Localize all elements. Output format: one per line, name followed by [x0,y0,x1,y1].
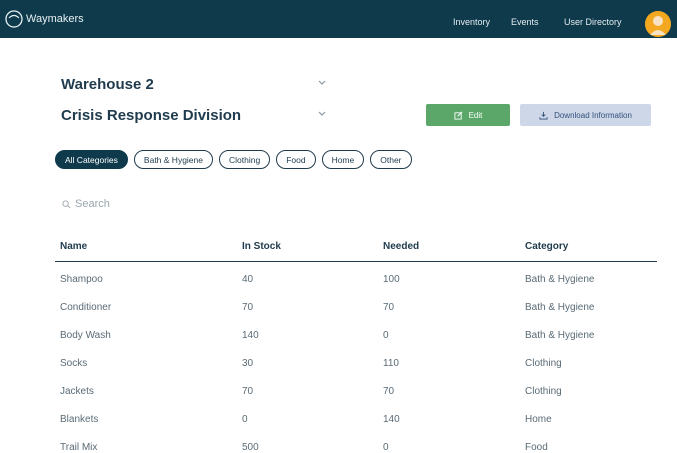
item-name: Body Wash [60,329,111,341]
table-row[interactable]: Shampoo 40 100 Bath & Hygiene [55,265,657,293]
chip-all-categories[interactable]: All Categories [55,150,128,169]
item-category: Clothing [525,357,562,369]
item-category: Bath & Hygiene [525,273,595,285]
download-icon [539,111,548,120]
nav-inventory[interactable]: Inventory [453,17,490,27]
download-button-label: Download Information [554,110,632,120]
category-filter-chips: All Categories Bath & Hygiene Clothing F… [55,150,412,169]
warehouse-select[interactable]: Warehouse 2 [55,70,335,98]
item-in-stock: 0 [242,413,248,425]
brand-name: Waymakers [26,13,84,25]
item-needed: 110 [383,357,399,369]
search-input[interactable]: Search [55,193,641,215]
edit-button[interactable]: Edit [426,104,510,126]
download-information-button[interactable]: Download Information [520,104,651,126]
item-needed: 140 [383,413,400,425]
item-name: Trail Mix [60,441,98,453]
user-avatar-icon [645,11,671,37]
item-needed: 70 [383,301,395,313]
item-needed: 0 [383,329,389,341]
brand[interactable]: Waymakers [4,9,84,29]
item-category: Food [525,441,548,453]
item-in-stock: 70 [242,301,254,313]
table-row[interactable]: Body Wash 140 0 Bath & Hygiene [55,321,657,349]
division-select[interactable]: Crisis Response Division [55,101,335,129]
item-in-stock: 40 [242,273,254,285]
waymakers-logo-icon [5,10,23,28]
nav-user-directory[interactable]: User Directory [564,17,622,27]
table-row[interactable]: Jackets 70 70 Clothing [55,377,657,405]
top-nav-bar: Waymakers Inventory Events User Director… [0,0,677,38]
item-in-stock: 70 [242,385,254,397]
edit-button-label: Edit [468,110,483,120]
chip-bath-hygiene[interactable]: Bath & Hygiene [133,150,213,169]
item-in-stock: 30 [242,357,254,369]
edit-icon [454,111,463,120]
table-row[interactable]: Trail Mix 500 0 Food [55,433,657,453]
chip-home[interactable]: Home [321,150,365,169]
inventory-table: Name In Stock Needed Category Shampoo 40… [55,232,657,453]
division-select-value: Crisis Response Division [61,106,242,124]
column-header-needed[interactable]: Needed [383,232,419,261]
warehouse-select-value: Warehouse 2 [61,75,154,93]
item-needed: 70 [383,385,395,397]
table-row[interactable]: Conditioner 70 70 Bath & Hygiene [55,293,657,321]
item-in-stock: 500 [242,441,259,453]
table-row[interactable]: Blankets 0 140 Home [55,405,657,433]
item-category: Clothing [525,385,562,397]
search-placeholder: Search [75,198,110,210]
table-row[interactable]: Socks 30 110 Clothing [55,349,657,377]
item-name: Conditioner [60,301,112,313]
search-icon [62,199,71,208]
item-in-stock: 140 [242,329,259,341]
chevron-down-icon [318,80,326,85]
chevron-down-icon [318,111,326,116]
column-header-name[interactable]: Name [60,232,87,261]
item-needed: 0 [383,441,389,453]
item-category: Bath & Hygiene [525,329,595,341]
column-header-in-stock[interactable]: In Stock [242,232,281,261]
table-header: Name In Stock Needed Category [55,232,657,262]
item-category: Home [525,413,552,425]
item-name: Jackets [60,385,94,397]
chip-clothing[interactable]: Clothing [219,150,271,169]
item-name: Shampoo [60,273,103,285]
chip-food[interactable]: Food [276,150,316,169]
item-name: Socks [60,357,88,369]
item-name: Blankets [60,413,99,425]
item-needed: 100 [383,273,400,285]
item-category: Bath & Hygiene [525,301,595,313]
column-header-category[interactable]: Category [525,232,568,261]
avatar[interactable] [645,11,671,37]
nav-events[interactable]: Events [511,17,539,27]
chip-other[interactable]: Other [370,150,412,169]
